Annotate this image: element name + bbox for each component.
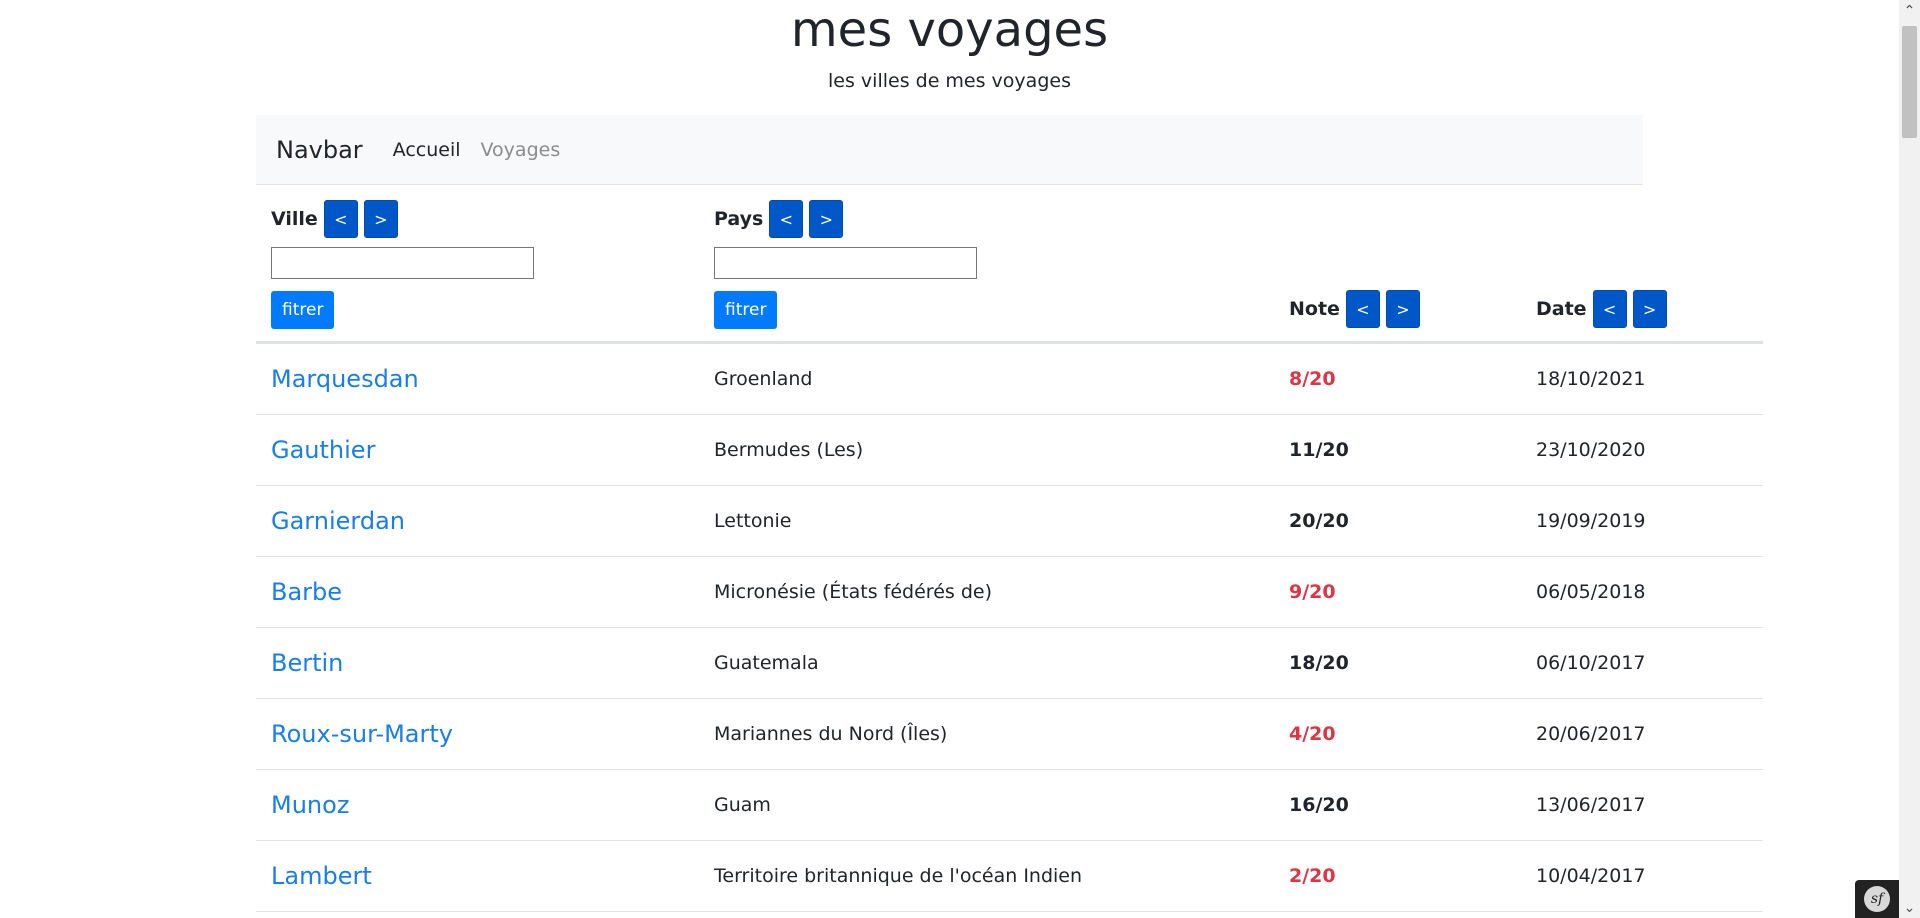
ville-filter-button[interactable]: fitrer	[271, 291, 335, 329]
pays-sort-prev-button[interactable]: <	[769, 200, 804, 238]
cell-ville: Munoz	[256, 769, 699, 841]
pays-filter-input[interactable]	[714, 247, 977, 279]
cell-date: 13/06/2017	[1521, 769, 1763, 841]
cell-pays: Micronésie (États fédérés de)	[699, 556, 1274, 628]
cell-ville: Marquesdan	[256, 342, 699, 415]
chevron-up-icon[interactable]: ⌃	[1899, 0, 1920, 21]
city-link[interactable]: Barbe	[271, 578, 342, 606]
cell-ville: Roux-sur-Marty	[256, 698, 699, 770]
column-header-note: Note < >	[1274, 185, 1521, 344]
ville-filter-input[interactable]	[271, 247, 534, 279]
cell-date: 06/05/2018	[1521, 556, 1763, 628]
cell-date: 19/09/2019	[1521, 485, 1763, 557]
column-header-date: Date < >	[1521, 185, 1763, 344]
city-link[interactable]: Garnierdan	[271, 507, 405, 535]
cell-date: 23/10/2020	[1521, 414, 1763, 486]
voyages-table: Ville < > fitrer Pays < > fitrer Note < …	[256, 185, 1763, 912]
cell-ville: Gauthier	[256, 414, 699, 486]
navbar-brand[interactable]: Navbar	[276, 136, 363, 164]
table-row: Marquesdan Groenland 8/20 18/10/2021	[256, 342, 1763, 415]
nav-link-voyages[interactable]: Voyages	[481, 139, 561, 161]
city-link[interactable]: Munoz	[271, 791, 349, 819]
note-sort-next-button[interactable]: >	[1385, 290, 1420, 328]
cell-pays: Groenland	[699, 342, 1274, 415]
table-row: Roux-sur-Marty Mariannes du Nord (Îles) 4/…	[256, 698, 1763, 770]
pays-sort-next-button[interactable]: >	[809, 200, 844, 238]
pays-filter-button[interactable]: fitrer	[714, 291, 778, 329]
symfony-logo-icon: sf	[1864, 886, 1890, 912]
cell-date: 06/10/2017	[1521, 627, 1763, 699]
table-row: Gauthier Bermudes (Les) 11/20 23/10/2020	[256, 414, 1763, 486]
main-container: Navbar Accueil Voyages Ville < > fitrer	[256, 115, 1763, 912]
vertical-scrollbar[interactable]: ⌃ ⌄	[1899, 0, 1920, 918]
table-header-row: Ville < > fitrer Pays < > fitrer Note < …	[256, 185, 1763, 344]
table-row: Lambert Territoire britannique de l'océan…	[256, 840, 1763, 912]
cell-ville: Lambert	[256, 840, 699, 912]
cell-pays: Lettonie	[699, 485, 1274, 557]
note-sort-prev-button[interactable]: <	[1345, 290, 1380, 328]
ville-sort-prev-button[interactable]: <	[323, 200, 358, 238]
cell-ville: Bertin	[256, 627, 699, 699]
city-link[interactable]: Lambert	[271, 862, 372, 890]
cell-note: 16/20	[1274, 769, 1521, 841]
column-label-pays: Pays	[714, 208, 764, 230]
column-header-pays: Pays < > fitrer	[699, 185, 1274, 344]
page-title: mes voyages	[790, 2, 1109, 58]
cell-note: 8/20	[1274, 342, 1521, 415]
cell-ville: Garnierdan	[256, 485, 699, 557]
column-label-note: Note	[1289, 298, 1340, 320]
page-viewport: mes voyages les villes de mes voyages Na…	[0, 0, 1899, 918]
cell-note: 9/20	[1274, 556, 1521, 628]
cell-pays: Mariannes du Nord (Îles)	[699, 698, 1274, 770]
cell-pays: Territoire britannique de l'océan Indien	[699, 840, 1274, 912]
scrollbar-thumb[interactable]	[1902, 26, 1917, 138]
table-row: Barbe Micronésie (États fédérés de) 9/20 06…	[256, 556, 1763, 628]
column-header-ville: Ville < > fitrer	[256, 185, 699, 344]
cell-pays: Guam	[699, 769, 1274, 841]
cell-date: 20/06/2017	[1521, 698, 1763, 770]
cell-ville: Barbe	[256, 556, 699, 628]
city-link[interactable]: Marquesdan	[271, 365, 419, 393]
city-link[interactable]: Gauthier	[271, 436, 375, 464]
symfony-toolbar-toggle[interactable]: sf	[1855, 880, 1899, 918]
city-link[interactable]: Bertin	[271, 649, 343, 677]
cell-note: 4/20	[1274, 698, 1521, 770]
chevron-down-icon[interactable]: ⌄	[1899, 897, 1920, 918]
nav-link-accueil[interactable]: Accueil	[393, 139, 461, 161]
city-link[interactable]: Roux-sur-Marty	[271, 720, 453, 748]
cell-pays: Guatemala	[699, 627, 1274, 699]
ville-sort-next-button[interactable]: >	[363, 200, 398, 238]
navbar: Navbar Accueil Voyages	[256, 115, 1643, 185]
column-label-date: Date	[1536, 298, 1587, 320]
cell-note: 18/20	[1274, 627, 1521, 699]
cell-note: 2/20	[1274, 840, 1521, 912]
cell-pays: Bermudes (Les)	[699, 414, 1274, 486]
table-row: Bertin Guatemala 18/20 06/10/2017	[256, 627, 1763, 699]
table-row: Munoz Guam 16/20 13/06/2017	[256, 769, 1763, 841]
date-sort-prev-button[interactable]: <	[1592, 290, 1627, 328]
cell-date: 10/04/2017	[1521, 840, 1763, 912]
table-row: Garnierdan Lettonie 20/20 19/09/2019	[256, 485, 1763, 557]
column-label-ville: Ville	[271, 208, 318, 230]
table-body: Marquesdan Groenland 8/20 18/10/2021 Gauthie…	[256, 342, 1763, 912]
cell-note: 11/20	[1274, 414, 1521, 486]
cell-date: 18/10/2021	[1521, 342, 1763, 415]
page-subtitle: les villes de mes voyages	[828, 70, 1071, 92]
date-sort-next-button[interactable]: >	[1632, 290, 1667, 328]
cell-note: 20/20	[1274, 485, 1521, 557]
